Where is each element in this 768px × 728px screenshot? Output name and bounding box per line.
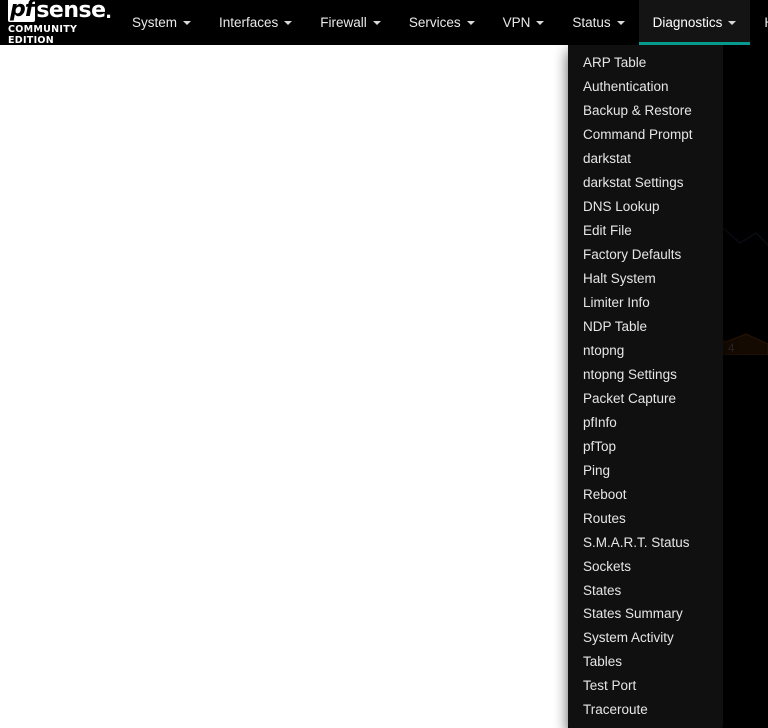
diagnostics-dropdown-menu[interactable]: ARP Table Authentication Backup & Restor…: [568, 45, 723, 728]
chevron-down-icon: [466, 20, 475, 25]
logo-pf-mark: pf: [8, 0, 36, 22]
nav-item-services[interactable]: Services: [395, 0, 489, 45]
chevron-down-icon: [183, 20, 192, 25]
nav-label: Diagnostics: [652, 15, 723, 30]
nav-label: Firewall: [320, 15, 367, 30]
chevron-down-icon: [616, 20, 625, 25]
menu-item-authentication[interactable]: Authentication: [568, 75, 723, 99]
menu-item-command-prompt[interactable]: Command Prompt: [568, 123, 723, 147]
chevron-down-icon: [728, 20, 737, 25]
chevron-down-icon: [536, 20, 545, 25]
menu-item-ntopng-settings[interactable]: ntopng Settings: [568, 363, 723, 387]
menu-item-states-summary[interactable]: States Summary: [568, 602, 723, 626]
menu-item-dns-lookup[interactable]: DNS Lookup: [568, 195, 723, 219]
nav-label: VPN: [502, 15, 531, 30]
menu-item-ndp-table[interactable]: NDP Table: [568, 315, 723, 339]
nav-label: System: [132, 15, 178, 30]
menu-item-traceroute[interactable]: Traceroute: [568, 698, 723, 722]
nav-label: Help: [764, 15, 768, 30]
menu-item-states[interactable]: States: [568, 578, 723, 602]
pfsense-logo[interactable]: pf sense . COMMUNITY EDITION: [0, 0, 118, 46]
menu-item-sockets[interactable]: Sockets: [568, 554, 723, 578]
nav-item-interfaces[interactable]: Interfaces: [205, 0, 306, 45]
menu-item-factory-defaults[interactable]: Factory Defaults: [568, 243, 723, 267]
chevron-down-icon: [284, 20, 293, 25]
menu-item-packet-capture[interactable]: Packet Capture: [568, 387, 723, 411]
chevron-down-icon: [372, 20, 381, 25]
nav-label: Services: [408, 15, 461, 30]
menu-item-edit-file[interactable]: Edit File: [568, 219, 723, 243]
navbar-menu: System Interfaces Firewall Services VPN …: [118, 0, 768, 45]
menu-item-halt-system[interactable]: Halt System: [568, 267, 723, 291]
menu-item-ping[interactable]: Ping: [568, 458, 723, 482]
menu-item-pftop[interactable]: pfTop: [568, 435, 723, 459]
logo-trademark-dot: .: [105, 0, 112, 23]
logo-wordmark: pf sense .: [8, 0, 112, 23]
nav-item-firewall[interactable]: Firewall: [306, 0, 395, 45]
nav-item-vpn[interactable]: VPN: [489, 0, 559, 45]
logo-sense-text: sense: [36, 0, 106, 23]
ghost-text: 4: [728, 343, 735, 355]
menu-item-backup-restore[interactable]: Backup & Restore: [568, 99, 723, 123]
nav-label: Status: [572, 15, 611, 30]
nav-item-diagnostics[interactable]: Diagnostics: [638, 0, 751, 45]
menu-item-test-port[interactable]: Test Port: [568, 674, 723, 698]
menu-item-tables[interactable]: Tables: [568, 650, 723, 674]
nav-item-status[interactable]: Status: [558, 0, 638, 45]
menu-item-ntopng[interactable]: ntopng: [568, 339, 723, 363]
nav-item-help[interactable]: Help: [750, 0, 768, 45]
menu-item-system-activity[interactable]: System Activity: [568, 626, 723, 650]
nav-item-system[interactable]: System: [118, 0, 205, 45]
menu-item-reboot[interactable]: Reboot: [568, 482, 723, 506]
menu-item-smart-status[interactable]: S.M.A.R.T. Status: [568, 530, 723, 554]
logo-subtitle: COMMUNITY EDITION: [8, 24, 78, 46]
pfsense-webgui: wan (in) wan (out) 41:40 4 Actions: [0, 0, 768, 728]
main-navbar: pf sense . COMMUNITY EDITION System Inte…: [0, 0, 768, 46]
nav-label: Interfaces: [219, 15, 279, 30]
menu-item-limiter-info[interactable]: Limiter Info: [568, 291, 723, 315]
menu-item-arp-table[interactable]: ARP Table: [568, 51, 723, 75]
menu-item-pfinfo[interactable]: pfInfo: [568, 411, 723, 435]
menu-item-routes[interactable]: Routes: [568, 506, 723, 530]
menu-item-darkstat[interactable]: darkstat: [568, 147, 723, 171]
menu-item-darkstat-settings[interactable]: darkstat Settings: [568, 171, 723, 195]
